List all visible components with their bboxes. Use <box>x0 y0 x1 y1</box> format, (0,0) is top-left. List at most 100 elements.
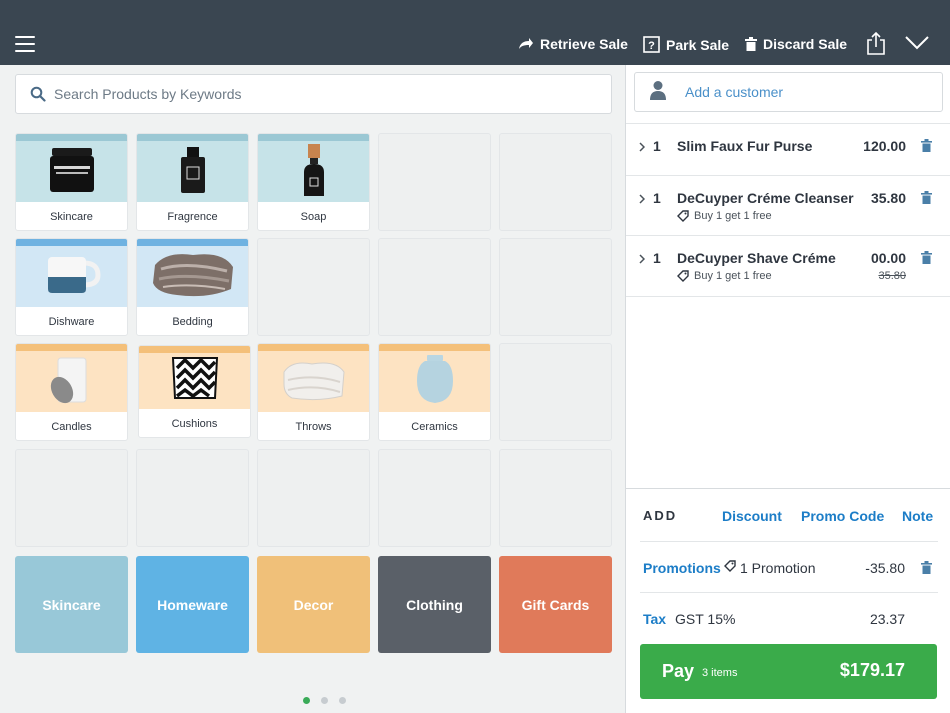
product-tile-throws[interactable]: Throws <box>257 343 370 441</box>
soap-bottle-icon <box>258 134 369 202</box>
cart-line-item[interactable]: 1 DeCuyper Shave Créme 00.00 35.80 Buy 1… <box>626 235 950 295</box>
empty-slot <box>15 449 128 547</box>
promo-code-link[interactable]: Promo Code <box>801 508 884 524</box>
add-label: ADD <box>643 508 678 523</box>
discard-sale-label: Discard Sale <box>763 36 848 52</box>
fragrance-bottle-icon <box>137 134 248 202</box>
empty-slot <box>499 343 612 441</box>
empty-slot <box>136 449 249 547</box>
product-tile-bedding[interactable]: Bedding <box>136 238 249 336</box>
promotions-row: Promotions 1 Promotion -35.80 <box>626 541 950 593</box>
product-label: Candles <box>51 421 92 433</box>
discount-link[interactable]: Discount <box>722 508 782 524</box>
cushion-icon <box>139 346 250 409</box>
divider <box>626 296 950 297</box>
product-label: Dishware <box>48 316 95 328</box>
item-qty: 1 <box>653 250 661 266</box>
promotions-link[interactable]: Promotions <box>643 560 721 576</box>
empty-slot <box>499 133 612 231</box>
item-price: 120.00 <box>863 138 906 154</box>
category-decor[interactable]: Decor <box>257 556 370 653</box>
tax-link[interactable]: Tax <box>643 611 666 627</box>
product-tile-cushions[interactable]: Cushions <box>138 345 251 438</box>
product-tile-ceramics[interactable]: Ceramics <box>378 343 491 441</box>
throw-icon <box>258 344 369 412</box>
page-dot-1[interactable] <box>303 697 310 704</box>
page-indicator <box>303 697 346 704</box>
chevron-right-icon[interactable] <box>639 191 646 209</box>
sale-panel: Add a customer 1 Slim Faux Fur Purse 120… <box>625 65 950 713</box>
product-label: Fragrence <box>167 211 218 223</box>
product-tile-dishware[interactable]: Dishware <box>15 238 128 336</box>
category-skincare[interactable]: Skincare <box>15 556 128 653</box>
retrieve-sale-label: Retrieve Sale <box>540 36 628 52</box>
product-label: Cushions <box>171 418 218 430</box>
product-label: Soap <box>300 211 327 223</box>
item-name: Slim Faux Fur Purse <box>677 138 813 154</box>
chevron-down-icon[interactable] <box>905 36 929 55</box>
trash-icon[interactable] <box>921 191 932 209</box>
product-tile-skincare[interactable]: Skincare <box>15 133 128 231</box>
product-tile-soap[interactable]: Soap <box>257 133 370 231</box>
search-input[interactable] <box>54 86 574 102</box>
item-name: DeCuyper Shave Créme <box>677 250 836 266</box>
page-dot-3[interactable] <box>339 697 346 704</box>
item-promo: Buy 1 get 1 free <box>677 270 772 282</box>
menu-icon[interactable] <box>15 36 35 52</box>
empty-slot <box>257 238 370 336</box>
tag-icon <box>724 559 736 575</box>
share-icon[interactable] <box>866 31 886 61</box>
pay-total: $179.17 <box>839 660 905 680</box>
product-search[interactable] <box>15 74 612 114</box>
promotions-amount: -35.80 <box>865 560 905 576</box>
product-tile-fragrence[interactable]: Fragrence <box>136 133 249 231</box>
add-row: ADD Discount Promo Code Note <box>626 489 950 541</box>
item-original-price: 35.80 <box>878 270 906 282</box>
category-homeware[interactable]: Homeware <box>136 556 249 653</box>
pay-label: Pay <box>662 661 695 681</box>
discard-sale-button[interactable]: Discard Sale <box>745 36 847 52</box>
trash-icon <box>745 37 757 51</box>
item-price: 35.80 <box>870 190 906 206</box>
trash-icon[interactable] <box>921 139 932 157</box>
question-box-icon: ? <box>643 36 660 53</box>
park-sale-label: Park Sale <box>666 36 730 53</box>
top-bar: Retrieve Sale ? Park Sale Discard Sale <box>0 0 950 65</box>
category-clothing[interactable]: Clothing <box>378 556 491 653</box>
empty-slot <box>378 238 491 336</box>
item-qty: 1 <box>653 138 661 154</box>
tax-description: GST 15% <box>675 611 736 627</box>
trash-icon[interactable] <box>921 561 932 579</box>
park-sale-button[interactable]: ? Park Sale <box>643 36 729 53</box>
add-customer-field[interactable]: Add a customer <box>634 72 943 112</box>
svg-text:?: ? <box>648 40 655 52</box>
add-customer-placeholder: Add a customer <box>685 84 784 100</box>
empty-slot <box>499 449 612 547</box>
page-dot-2[interactable] <box>321 697 328 704</box>
blanket-icon <box>137 239 248 307</box>
user-icon <box>649 80 667 105</box>
cart-line-item[interactable]: 1 Slim Faux Fur Purse 120.00 <box>626 123 950 183</box>
chevron-right-icon[interactable] <box>639 251 646 269</box>
tax-amount: 23.37 <box>869 611 905 627</box>
retrieve-sale-button[interactable]: Retrieve Sale <box>518 36 628 52</box>
product-tile-candles[interactable]: Candles <box>15 343 128 441</box>
pay-button[interactable]: Pay 3 items $179.17 <box>640 644 937 699</box>
candle-icon <box>16 344 127 412</box>
tag-icon <box>677 210 689 222</box>
note-link[interactable]: Note <box>902 508 933 524</box>
pay-item-count: 3 items <box>702 667 738 679</box>
product-label: Skincare <box>50 211 93 223</box>
cart-line-item[interactable]: 1 DeCuyper Créme Cleanser 35.80 Buy 1 ge… <box>626 175 950 235</box>
product-label: Ceramics <box>411 421 458 433</box>
trash-icon[interactable] <box>921 251 932 269</box>
product-label: Throws <box>295 421 332 433</box>
search-icon <box>30 86 46 102</box>
empty-slot <box>378 133 491 231</box>
promotions-count: 1 Promotion <box>740 560 816 576</box>
tag-icon <box>677 270 689 282</box>
category-gift-cards[interactable]: Gift Cards <box>499 556 612 653</box>
chevron-right-icon[interactable] <box>639 139 646 157</box>
item-promo: Buy 1 get 1 free <box>677 210 772 222</box>
empty-slot <box>499 238 612 336</box>
